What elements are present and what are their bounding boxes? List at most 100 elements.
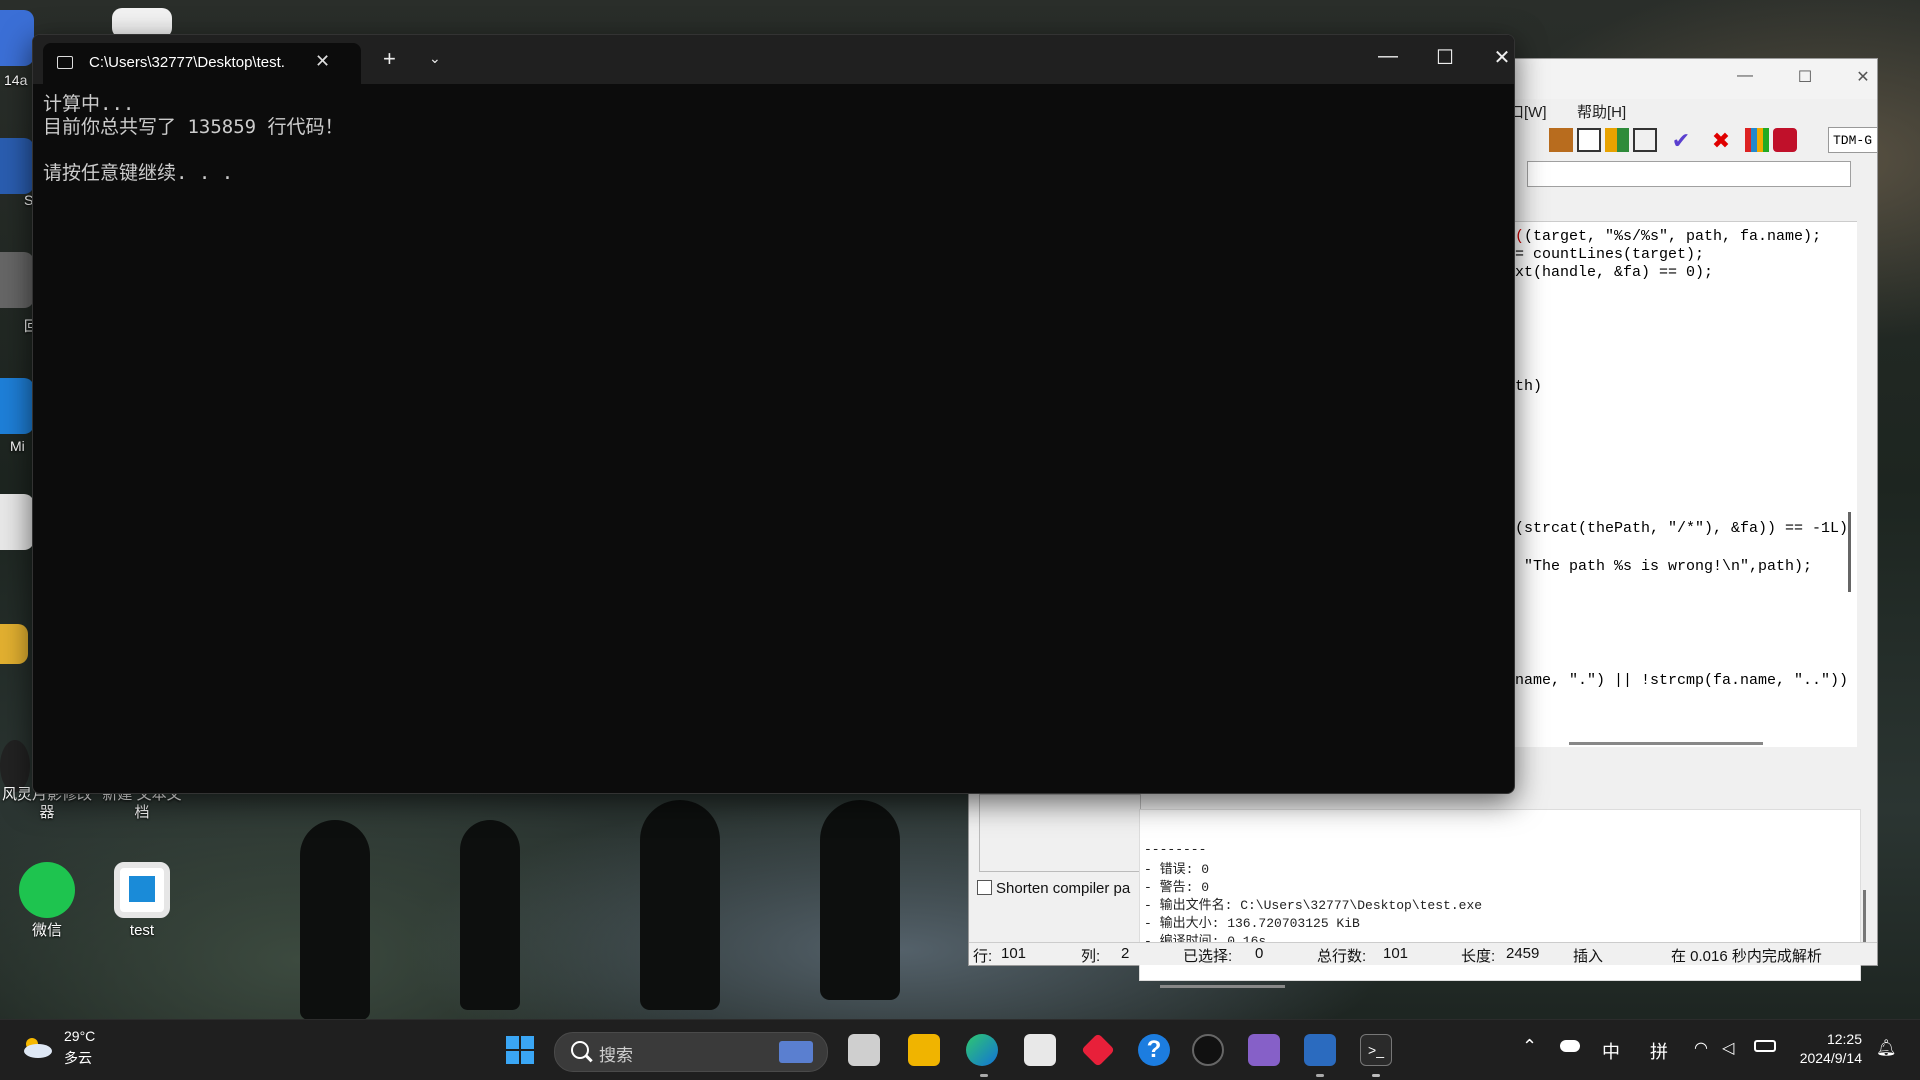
desktop-icon-test[interactable]: test (95, 862, 189, 940)
wifi-icon[interactable]: ◠ (1694, 1038, 1708, 1058)
terminal-tab[interactable]: C:\Users\32777\Desktop\test. ✕ (43, 43, 361, 84)
tab-title: C:\Users\32777\Desktop\test. (89, 54, 285, 71)
tiles-icon[interactable] (1633, 128, 1657, 152)
code-line-text: "The path %s is wrong!\n",path); (1515, 558, 1813, 575)
start-icon[interactable] (504, 1034, 536, 1066)
taskbar-search[interactable]: 搜索 (554, 1032, 828, 1072)
status-len-label: 长度: (1461, 948, 1496, 965)
editor-horizontal-scrollbar[interactable] (1569, 742, 1763, 745)
code-line: = countLines(target); (1515, 246, 1704, 263)
chevron-up-icon[interactable]: ⌃ (1522, 1036, 1537, 1057)
running-indicator (980, 1074, 988, 1077)
desktop-icon-wechat[interactable]: 微信 (0, 862, 94, 940)
grid-icon[interactable] (1549, 128, 1573, 152)
compile-log-line: - 警告: 0 (1144, 880, 1210, 895)
wps-app-icon[interactable] (0, 10, 34, 66)
status-col-label: 列: (1081, 948, 1101, 965)
weather-condition: 多云 (64, 1050, 92, 1066)
code-line-text: (target, "%s/%s", path, fa.name); (1524, 228, 1822, 245)
edge-browser-icon[interactable] (966, 1034, 998, 1066)
shorten-label: Shorten compiler pa (996, 880, 1131, 897)
close-icon[interactable]: ✕ (1843, 67, 1883, 91)
status-sel-label: 已选择: (1183, 948, 1233, 965)
status-row: 101 (1001, 945, 1027, 962)
console-line: 目前你总共写了 135859 行代码！ (43, 116, 344, 138)
code-line: ((target, "%s/%s", path, fa.name); (1515, 228, 1822, 245)
clock-time: 12:25 (1826, 1031, 1862, 1047)
wallpaper-figure (640, 800, 720, 1010)
delete-icon[interactable]: ✖ (1709, 128, 1733, 153)
compiler-select[interactable]: TDM-G (1828, 127, 1878, 153)
compile-options-box (979, 794, 1141, 872)
system-clock[interactable]: 12:25 2024/9/14 (1792, 1030, 1862, 1068)
terminal-tabstrip[interactable]: C:\Users\32777\Desktop\test. ✕ + ⌄ — ☐ ✕ (33, 35, 1514, 84)
edge-browser-icon[interactable] (0, 378, 34, 434)
compile-log-line: - 错误: 0 (1144, 862, 1210, 877)
code-line-text: xt(handle, &fa) == 0); (1515, 264, 1714, 281)
close-icon[interactable]: ✕ (1482, 45, 1514, 70)
notification-bell-icon[interactable]: 🔔︎ (1876, 1038, 1896, 1058)
maximize-icon[interactable]: ☐ (1425, 45, 1465, 70)
desktop-icon-partial[interactable] (0, 252, 34, 308)
weather-cloud-icon (24, 1038, 52, 1058)
check-icon[interactable]: ✔ (1669, 128, 1693, 153)
help-icon[interactable]: ? (1138, 1034, 1170, 1066)
wallpaper-figure (460, 820, 520, 1010)
desktop-icon-partial[interactable] (0, 494, 34, 550)
ime-language[interactable]: 中 (1602, 1038, 1620, 1064)
wallpaper-figure (820, 800, 900, 1000)
window-icon[interactable] (1577, 128, 1601, 152)
ime-mode[interactable]: 拼 (1650, 1038, 1668, 1064)
shorten-checkbox[interactable] (977, 880, 992, 895)
compile-log-line: - 输出文件名: C:\Users\32777\Desktop\test.exe (1144, 898, 1483, 913)
visual-studio-icon[interactable] (1248, 1034, 1280, 1066)
log-vertical-scrollbar[interactable] (1863, 890, 1866, 950)
code-line: name, ".") || !strcmp(fa.name, "..")) (1515, 672, 1848, 689)
app-red-diamond-icon[interactable] (1081, 1033, 1115, 1067)
battery-icon[interactable] (1754, 1040, 1776, 1052)
function-combo[interactable] (1527, 161, 1851, 187)
editor-vertical-scrollbar[interactable] (1848, 512, 1851, 592)
search-placeholder: 搜索 (599, 1046, 633, 1065)
code-line: (strcat(thePath, "/*"), &fa)) == -1L) (1515, 520, 1848, 537)
desktop-icon-label: 微信 (31, 922, 62, 939)
desktop-edge-label: Mi (10, 438, 25, 454)
task-view-icon[interactable] (848, 1034, 880, 1066)
devcpp-statusbar: 行: 101 列: 2 已选择: 0 总行数: 101 长度: 2459 插入 … (969, 942, 1877, 965)
status-parse: 在 0.016 秒内完成解析 (1671, 948, 1822, 965)
desktop-icon-partial[interactable] (0, 740, 30, 792)
folder-icon[interactable] (0, 624, 28, 664)
devcpp-taskbar-icon[interactable] (1304, 1034, 1336, 1066)
weather-temp: 29°C (64, 1028, 96, 1044)
terminal-taskbar-icon[interactable]: >_ (1360, 1034, 1392, 1066)
menu-help[interactable]: 帮助[H] (1577, 101, 1626, 122)
search-icon-handle (585, 1054, 593, 1062)
console-line: 计算中... (43, 93, 135, 115)
code-line-text: name, ".") || !strcmp(fa.name, "..")) (1515, 672, 1849, 689)
terminal-window[interactable]: C:\Users\32777\Desktop\test. ✕ + ⌄ — ☐ ✕… (32, 34, 1515, 794)
minimize-icon[interactable]: — (1368, 45, 1408, 68)
minimize-icon[interactable]: — (1725, 67, 1765, 91)
profile-icon[interactable] (1773, 128, 1797, 152)
layout-icon[interactable] (1605, 128, 1629, 152)
status-mode: 插入 (1573, 948, 1604, 965)
volume-icon[interactable]: ◁ (1722, 1038, 1734, 1058)
console-output[interactable]: 计算中... 目前你总共写了 135859 行代码！ 请按任意键继续. . . (43, 93, 344, 185)
code-line-text: = countLines(target); (1515, 246, 1705, 263)
store-icon[interactable] (1024, 1034, 1056, 1066)
shorten-compiler-paths-option[interactable]: Shorten compiler pa (977, 880, 1130, 897)
app-circle-icon[interactable] (1192, 1034, 1224, 1066)
taskbar: 29°C 多云 搜索 ? >_ ⌃ 中 拼 ◠ ◁ 12:25 2024/9/1… (0, 1019, 1920, 1080)
new-tab-icon[interactable]: + (383, 46, 396, 72)
log-horizontal-scrollbar[interactable] (1160, 985, 1285, 988)
chart-icon[interactable] (1745, 128, 1769, 152)
chevron-down-icon[interactable]: ⌄ (429, 50, 441, 67)
file-explorer-icon[interactable] (908, 1034, 940, 1066)
maximize-icon[interactable]: ☐ (1785, 67, 1825, 91)
clock-date: 2024/9/14 (1799, 1050, 1862, 1066)
compile-log-line: - 输出大小: 136.720703125 KiB (1144, 916, 1360, 931)
status-row-label: 行: (973, 948, 993, 965)
desktop-icon-partial[interactable] (0, 138, 34, 194)
cloud-icon[interactable] (1560, 1040, 1580, 1052)
close-tab-icon[interactable]: ✕ (315, 51, 330, 72)
